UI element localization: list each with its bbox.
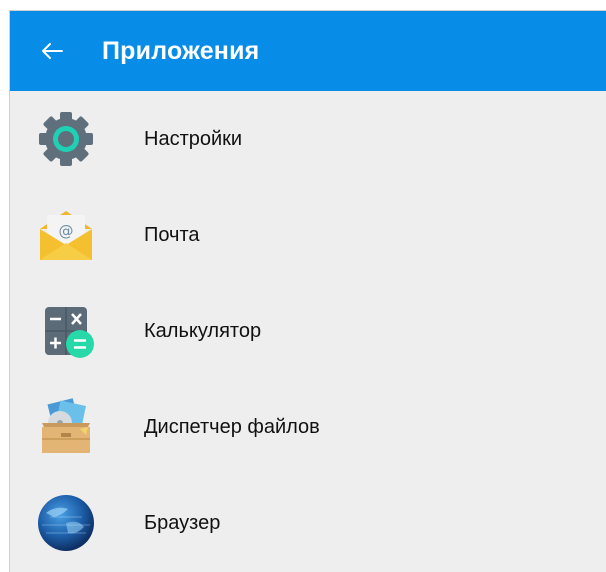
mail-envelope-icon: @ bbox=[40, 211, 92, 260]
file-manager-box-icon bbox=[42, 398, 90, 453]
list-item-label: Почта bbox=[144, 223, 200, 246]
list-item-settings[interactable]: Настройки bbox=[10, 91, 606, 187]
arrow-left-icon bbox=[42, 43, 63, 59]
list-item-label: Калькулятор bbox=[144, 319, 262, 342]
list-item-browser[interactable]: Браузер bbox=[10, 475, 606, 571]
app-screen: Приложения Настройки @ Почта Калькулятор… bbox=[9, 10, 606, 572]
calculator-icon bbox=[45, 307, 94, 358]
list-item-file-manager[interactable]: Диспетчер файлов bbox=[10, 379, 606, 475]
settings-gear-icon bbox=[39, 112, 93, 166]
app-bar: Приложения bbox=[10, 11, 606, 91]
svg-text:@: @ bbox=[59, 222, 74, 240]
list-item-label: Настройки bbox=[144, 127, 243, 150]
app-list: Настройки @ Почта Калькулятор Диспетчер … bbox=[10, 91, 606, 571]
list-item-label: Диспетчер файлов bbox=[144, 415, 320, 438]
list-item-mail[interactable]: @ Почта bbox=[10, 187, 606, 283]
page-title: Приложения bbox=[102, 36, 260, 65]
browser-globe-icon bbox=[38, 495, 94, 551]
list-item-label: Браузер bbox=[144, 511, 221, 534]
back-button[interactable] bbox=[38, 37, 66, 65]
list-item-calculator[interactable]: Калькулятор bbox=[10, 283, 606, 379]
